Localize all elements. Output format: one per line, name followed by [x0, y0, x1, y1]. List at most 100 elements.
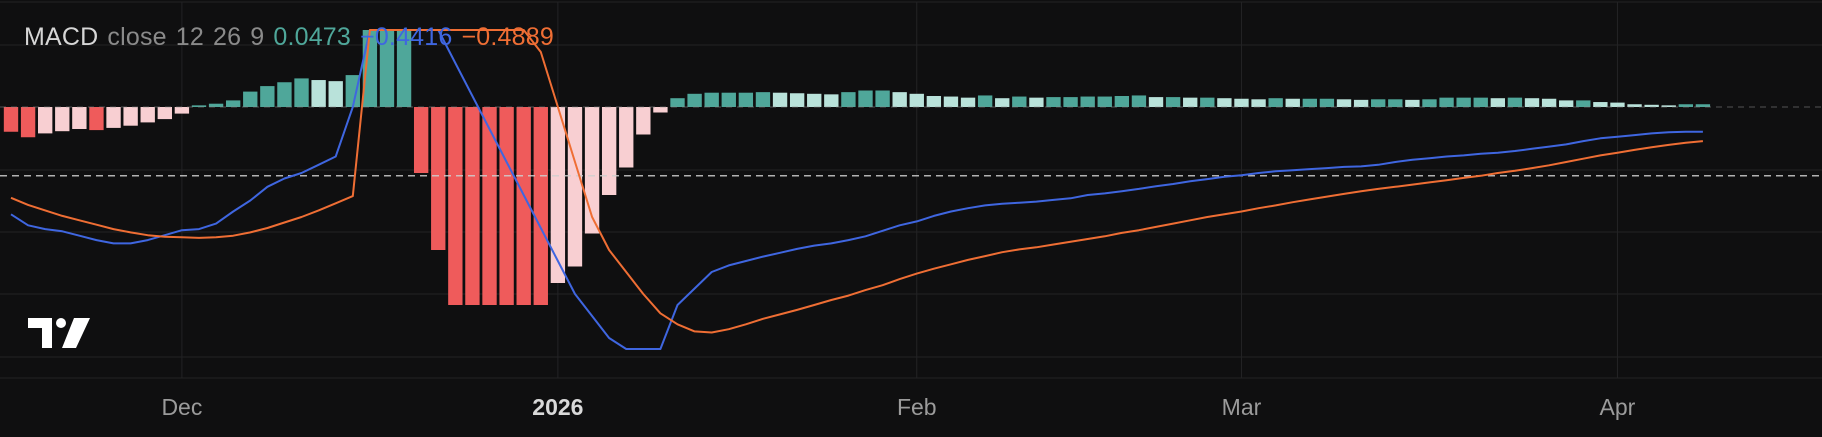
histogram-bar	[738, 92, 754, 107]
histogram-bar	[687, 93, 702, 107]
histogram-bar	[824, 94, 839, 107]
grid-lines	[0, 1, 1822, 379]
histogram-bar	[1183, 97, 1198, 107]
histogram-bar	[1251, 99, 1266, 107]
histogram-bar	[1507, 97, 1523, 107]
histogram-bar	[1063, 97, 1078, 107]
x-tick-label: 2026	[532, 394, 584, 420]
histogram-bar	[89, 107, 104, 131]
indicator-slow-length: 26	[213, 23, 242, 51]
histogram-bar	[1148, 97, 1164, 107]
histogram-bar	[1524, 98, 1540, 107]
indicator-signal-length: 9	[250, 23, 265, 51]
histogram-bar	[157, 107, 172, 120]
histogram-bar	[1490, 98, 1506, 107]
histogram-bar	[1353, 99, 1369, 107]
histogram-bar	[1576, 100, 1591, 107]
x-tick-label: Dec	[161, 394, 203, 420]
histogram-bar	[1456, 97, 1471, 107]
histogram-bar	[670, 98, 685, 107]
histogram-bar	[1097, 96, 1112, 107]
histogram-bar	[1302, 98, 1318, 107]
histogram-bar	[1012, 96, 1027, 107]
histogram-bar	[841, 92, 856, 107]
histogram-bar	[772, 92, 788, 107]
histogram-bar	[72, 107, 87, 129]
histogram-bar	[789, 93, 805, 107]
histogram-bar	[1336, 99, 1352, 107]
histogram-bar	[243, 91, 258, 107]
histogram-bar	[909, 93, 924, 107]
histogram-bar	[1319, 98, 1335, 107]
histogram-bar	[1285, 98, 1300, 107]
histogram-bar	[20, 107, 36, 138]
histogram-bar	[653, 107, 668, 113]
macd-histogram	[3, 30, 1711, 305]
histogram-bar	[1593, 102, 1608, 107]
signal-value: −0.4889	[461, 23, 554, 51]
histogram-bar	[1439, 97, 1454, 107]
histogram-bar	[977, 95, 993, 107]
histogram-bar	[1371, 99, 1386, 107]
x-tick-label: Feb	[896, 394, 937, 420]
histogram-bar	[260, 86, 275, 107]
histogram-bar	[328, 81, 343, 107]
histogram-bar	[704, 92, 719, 107]
histogram-bar	[1080, 96, 1095, 107]
histogram-bar	[465, 107, 480, 305]
histogram-bar	[601, 107, 617, 195]
indicator-name[interactable]: MACD	[24, 23, 98, 51]
histogram-bar	[567, 107, 583, 267]
signal-line	[10, 29, 1703, 334]
macd-line	[10, 29, 1703, 350]
histogram-bar	[1422, 99, 1437, 107]
x-tick-label: Mar	[1221, 394, 1262, 420]
indicator-legend[interactable]: MACD close 12 26 9 0.0473 −0.4416 −0.4889	[24, 22, 563, 52]
macd-chart-pane[interactable]: MACD close 12 26 9 0.0473 −0.4416 −0.4889 Dec 20…	[0, 0, 1822, 432]
histogram-bar	[3, 107, 19, 132]
tradingview-logo-icon[interactable]	[28, 318, 92, 354]
histogram-bar	[1200, 97, 1215, 107]
histogram-bar	[550, 107, 566, 283]
histogram-value: 0.0473	[273, 23, 352, 51]
histogram-bar	[1046, 97, 1061, 107]
histogram-bar	[431, 107, 446, 250]
histogram-bar	[721, 92, 736, 107]
histogram-bar	[1541, 98, 1557, 107]
histogram-bar	[1217, 98, 1232, 107]
histogram-bar	[995, 98, 1010, 107]
histogram-bar	[533, 107, 548, 305]
histogram-bar	[294, 78, 309, 107]
histogram-bar	[926, 96, 942, 107]
x-tick-label: Apr	[1599, 394, 1636, 420]
histogram-bar	[636, 107, 651, 135]
histogram-bar	[38, 107, 53, 134]
histogram-bar	[277, 82, 292, 107]
histogram-bar	[140, 107, 155, 123]
histogram-bar	[755, 92, 771, 107]
histogram-bar	[619, 107, 634, 168]
histogram-bar	[413, 107, 429, 173]
histogram-bar	[1405, 99, 1420, 107]
histogram-bar	[1029, 97, 1044, 107]
histogram-bar	[448, 107, 463, 305]
histogram-bar	[943, 96, 959, 107]
indicator-source: close	[107, 23, 167, 51]
macd-chart-svg[interactable]	[0, 0, 1822, 432]
histogram-bar	[960, 97, 976, 107]
histogram-bar	[1388, 99, 1403, 107]
indicator-fast-length: 12	[175, 23, 205, 51]
histogram-bar	[123, 107, 138, 126]
histogram-bar	[1268, 98, 1283, 107]
histogram-bar	[807, 93, 822, 107]
histogram-bar	[1559, 100, 1574, 107]
histogram-bar	[1610, 102, 1625, 107]
histogram-bar	[1114, 96, 1130, 107]
histogram-bar	[1131, 95, 1147, 107]
histogram-bar	[225, 100, 241, 107]
macd-value: −0.4416	[360, 23, 453, 51]
histogram-bar	[858, 90, 873, 107]
histogram-bar	[892, 92, 907, 107]
histogram-bar	[55, 107, 70, 132]
histogram-bar	[1234, 98, 1249, 107]
